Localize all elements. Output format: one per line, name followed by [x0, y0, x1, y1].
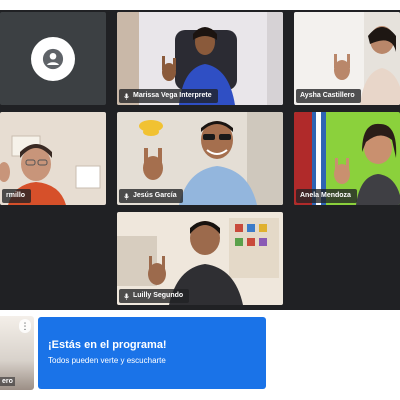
participant-name-tag: Jesús García — [119, 189, 183, 203]
participant-tile-jesus[interactable]: Jesús García — [117, 112, 283, 205]
participant-name: Jesús García — [133, 192, 177, 199]
mic-icon — [124, 292, 129, 300]
notice-title: ¡Estás en el programa! — [48, 339, 167, 351]
participant-name: rmillo — [6, 192, 26, 199]
notice-subtitle: Todos pueden verte y escucharte — [48, 356, 166, 365]
participant-tile-rmillo[interactable]: rmillo — [0, 112, 106, 205]
participant-name-tag: Aysha Castillero — [296, 89, 361, 103]
participant-tile-luilly[interactable]: Luilly Segundo — [117, 212, 283, 305]
avatar — [31, 36, 75, 81]
mic-icon — [124, 92, 129, 100]
participant-tile-anela[interactable]: Anela Mendoza — [294, 112, 400, 205]
self-view-tile[interactable]: ⋮ ero — [0, 316, 34, 390]
video-grid: Marissa Vega Interprete Aysha Castillero — [0, 10, 400, 310]
meeting-window: Marissa Vega Interprete Aysha Castillero — [0, 0, 400, 400]
top-bar — [0, 0, 400, 10]
participant-name: Marissa Vega Interprete — [133, 92, 212, 99]
participant-name: Aysha Castillero — [300, 92, 355, 99]
participant-name: Luilly Segundo — [133, 292, 184, 299]
participant-name-tag: Marissa Vega Interprete — [119, 89, 218, 103]
participant-name-tag: Anela Mendoza — [296, 189, 357, 203]
on-air-notice-card: ¡Estás en el programa! Todos pueden vert… — [38, 317, 266, 389]
participant-tile-avatar[interactable] — [0, 12, 106, 105]
participant-name-tag: Luilly Segundo — [119, 289, 190, 303]
participant-name-tag: rmillo — [2, 189, 32, 203]
person-icon — [42, 48, 64, 69]
self-view-name: ero — [0, 377, 15, 386]
participant-tile-aysha[interactable]: Aysha Castillero — [294, 12, 400, 105]
participant-name: Anela Mendoza — [300, 192, 351, 199]
mic-icon — [124, 192, 129, 200]
participant-tile-marissa[interactable]: Marissa Vega Interprete — [117, 12, 283, 105]
more-options-icon[interactable]: ⋮ — [19, 319, 31, 333]
